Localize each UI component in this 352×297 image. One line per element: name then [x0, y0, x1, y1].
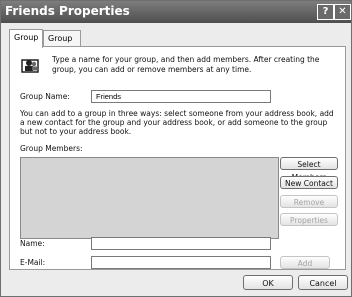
email-input[interactable] — [91, 256, 271, 269]
add-button[interactable]: Add — [280, 256, 330, 269]
group-tab-panel: Type a name for your group, and then add… — [9, 46, 346, 270]
properties-button[interactable]: Properties — [280, 213, 338, 226]
remove-button[interactable]: Remove — [280, 195, 338, 208]
group-members-label: Group Members: — [20, 144, 83, 153]
title-bar: Friends Properties ? ✕ — [1, 1, 351, 23]
email-label: E-Mail: — [20, 258, 46, 267]
window-title: Friends Properties — [5, 4, 130, 18]
tab-group-details[interactable]: Group Details — [43, 30, 81, 59]
instructions-text: You can add to a group in three ways: se… — [20, 109, 334, 136]
select-members-button[interactable]: Select Members — [280, 157, 338, 182]
help-button[interactable]: ? — [317, 4, 334, 20]
dialog-window: Friends Properties ? ✕ Group Group Detai… — [0, 0, 352, 297]
name-input[interactable] — [91, 237, 271, 250]
new-contact-button[interactable]: New Contact — [280, 176, 338, 189]
tab-group[interactable]: Group — [9, 29, 44, 48]
group-members-list[interactable] — [20, 157, 279, 239]
question-icon: ? — [322, 6, 329, 17]
cancel-button[interactable]: Cancel — [298, 275, 348, 290]
group-name-label: Group Name: — [20, 92, 70, 101]
name-label: Name: — [20, 239, 45, 248]
intro-text: Type a name for your group, and then add… — [52, 55, 320, 74]
group-name-input[interactable] — [91, 90, 271, 103]
close-button[interactable]: ✕ — [334, 4, 351, 20]
ok-button[interactable]: OK — [243, 275, 293, 290]
close-icon: ✕ — [338, 6, 347, 17]
group-contacts-icon — [21, 59, 39, 73]
